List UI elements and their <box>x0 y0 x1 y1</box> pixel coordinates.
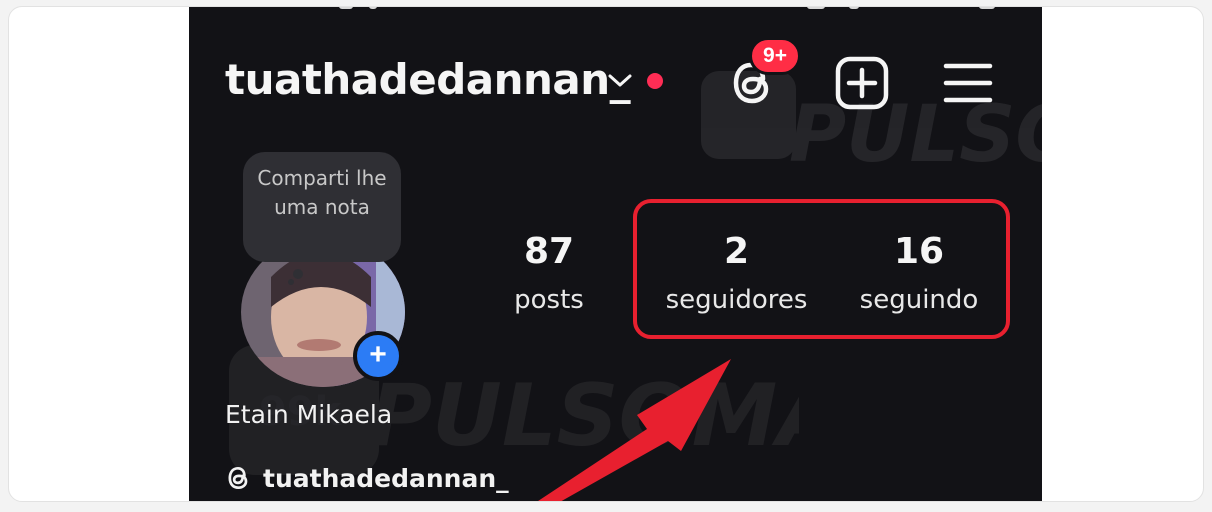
note-bubble-tail <box>293 269 303 279</box>
menu-icon[interactable] <box>941 57 995 109</box>
annotation-arrow-icon <box>538 359 731 501</box>
watermark-text: PULSOMAX <box>789 90 1042 180</box>
instagram-profile-screen: PULSOMAX 99k PULSOMAX tuathadedannan_ 9+ <box>189 7 1042 501</box>
profile-username[interactable]: tuathadedannan_ <box>225 55 631 104</box>
chevron-down-icon[interactable] <box>607 73 633 89</box>
screenshot-frame: PULSOMAX 99k PULSOMAX tuathadedannan_ 9+ <box>8 6 1204 502</box>
notifications-badge: 9+ <box>749 37 801 75</box>
note-bubble-tail-small <box>288 279 294 285</box>
status-bar <box>189 7 1042 11</box>
posts-count: 87 <box>523 231 575 272</box>
annotation-highlight-box <box>633 199 1010 339</box>
threads-handle: tuathadedannan_ <box>263 463 509 493</box>
profile-display-name: Etain Mikaela <box>225 400 393 429</box>
posts-label: posts <box>514 285 584 315</box>
add-story-button[interactable]: + <box>353 331 403 381</box>
threads-profile-link[interactable]: tuathadedannan_ <box>225 463 509 493</box>
new-post-icon[interactable] <box>834 55 890 111</box>
posts-stat[interactable]: 87 posts <box>489 230 609 316</box>
note-text: Comparti lhe uma nota <box>257 166 387 219</box>
unread-indicator-dot <box>647 73 663 89</box>
threads-small-icon <box>228 466 248 490</box>
note-bubble[interactable]: Comparti lhe uma nota <box>243 152 401 262</box>
